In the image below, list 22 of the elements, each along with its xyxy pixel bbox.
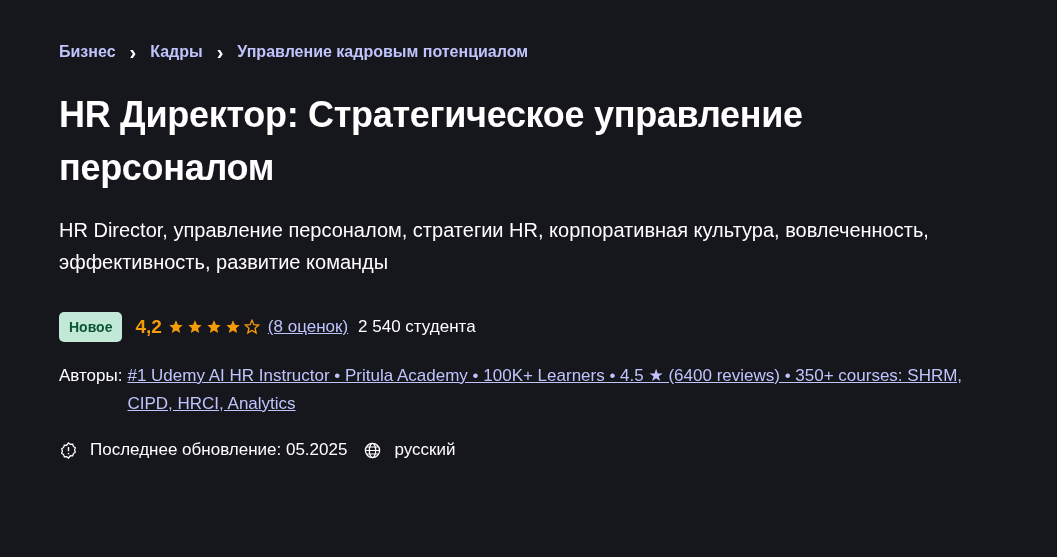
meta-text: русский [394, 440, 456, 460]
star-outline-icon [243, 319, 260, 335]
chevron-icon: › [129, 42, 137, 62]
rating-value: 4,2 [135, 316, 162, 338]
star-icon [167, 319, 184, 335]
course-subtitle: HR Director, управление персоналом, стратегии HR, корпоративная культура, вовлеченность, эффективность, развитие команды [59, 218, 929, 275]
alert-badge-icon [59, 440, 78, 460]
authors-label: Авторы: [59, 365, 123, 387]
meta-text: Последнее обновление: 05.2025 [90, 440, 348, 460]
chevron-icon: › [216, 42, 224, 62]
ratings-link[interactable]: (8 оценок) [267, 317, 349, 337]
breadcrumb-link[interactable]: Бизнес [59, 43, 116, 61]
student-count: 2 540 студента [358, 317, 476, 337]
globe-icon [363, 440, 383, 460]
star-icon [186, 319, 203, 335]
new-badge: Новое [59, 312, 123, 342]
star-icon [205, 319, 222, 335]
course-title: HR Директор: Стратегическое управление персоналом [59, 93, 804, 190]
author-link[interactable]: #1 Udemy AI HR Instructor • Pritula Academy • 100K+ Learners • 4.5 ★ (6400 reviews) • 350+ courses: SHRM, CIPD, HRCI, Analytics [127, 362, 1009, 418]
star-icon [224, 319, 241, 335]
breadcrumb-link[interactable]: Управление кадровым потенциалом [237, 43, 529, 61]
breadcrumb-link[interactable]: Кадры [150, 43, 203, 61]
